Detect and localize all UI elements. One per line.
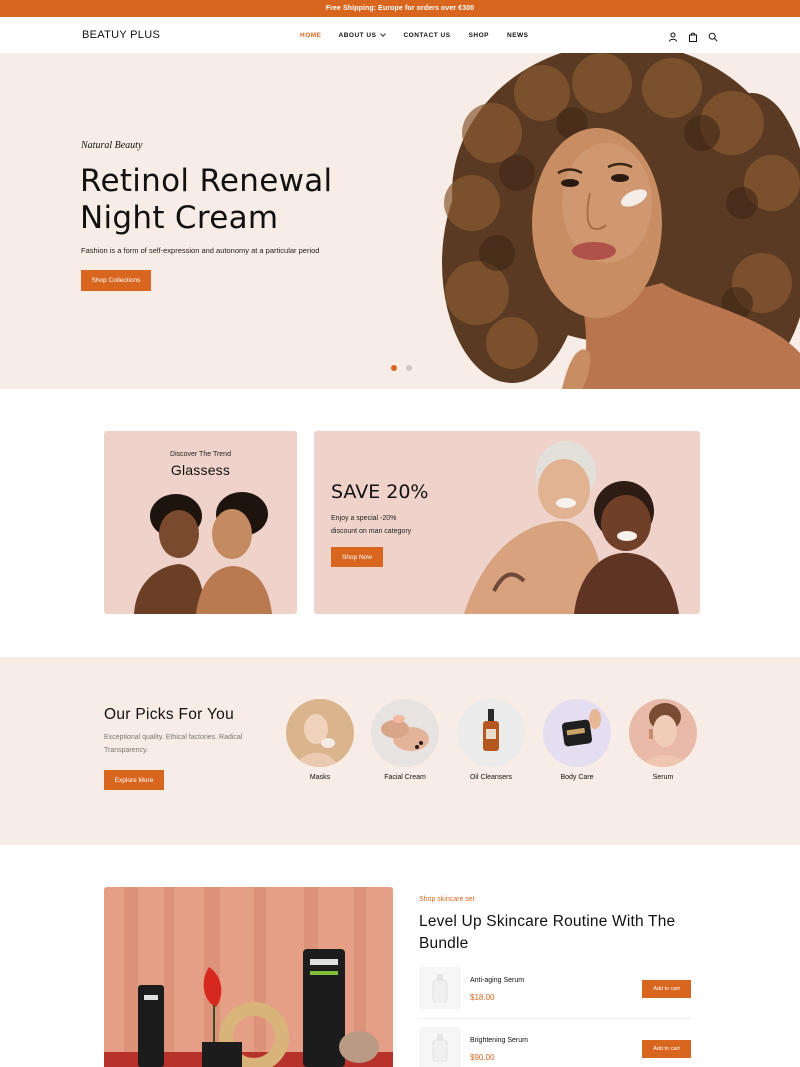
nav-about-us[interactable]: ABOUT US bbox=[338, 31, 387, 39]
search-icon[interactable] bbox=[708, 29, 718, 42]
promo-models-image bbox=[464, 441, 679, 614]
promo-text: Enjoy a special -20% discount on man cat… bbox=[331, 512, 441, 538]
user-icon[interactable] bbox=[668, 29, 678, 42]
promo-title: SAVE 20% bbox=[331, 481, 429, 503]
category-label: Facial Cream bbox=[384, 774, 426, 781]
product-thumbnail[interactable] bbox=[419, 967, 461, 1009]
nav-about-label: ABOUT US bbox=[338, 32, 377, 39]
category-serum[interactable]: Serum bbox=[628, 699, 698, 781]
nav-news[interactable]: NEWS bbox=[507, 32, 529, 39]
explore-more-button[interactable]: Explore More bbox=[104, 770, 164, 790]
bundle-product-row: Anti-aging Serum $18.00 Add to cart bbox=[419, 967, 691, 1019]
category-label: Serum bbox=[652, 774, 674, 781]
chevron-down-icon bbox=[380, 31, 387, 37]
category-image bbox=[457, 699, 525, 767]
nav-shop[interactable]: SHOP bbox=[469, 32, 489, 39]
product-price: $18.00 bbox=[470, 993, 495, 1002]
add-to-cart-button[interactable]: Add to cart bbox=[642, 980, 691, 998]
announcement-bar: Free Shipping: Europe for orders over €3… bbox=[0, 0, 800, 17]
category-oil-cleansers[interactable]: Oil Cleansers bbox=[456, 699, 526, 781]
bundle-title: Level Up Skincare Routine With The Bundl… bbox=[419, 911, 709, 955]
slide-dot-2[interactable] bbox=[406, 365, 412, 371]
picks-section: Our Picks For You Exceptional quality. E… bbox=[0, 657, 800, 845]
hero-pagination bbox=[391, 365, 412, 371]
product-thumbnail[interactable] bbox=[419, 1027, 461, 1067]
bundle-eyebrow: Shop skincare set bbox=[419, 896, 475, 903]
category-facial-cream[interactable]: Facial Cream bbox=[370, 699, 440, 781]
category-label: Body Care bbox=[560, 774, 594, 781]
picks-title: Our Picks For You bbox=[104, 706, 235, 723]
category-image bbox=[629, 699, 697, 767]
picks-text-line: Exceptional quality. Ethical factories. … bbox=[104, 734, 243, 741]
bundle-title-line: Bundle bbox=[419, 935, 469, 952]
announcement-text: Free Shipping: Europe for orders over €3… bbox=[325, 5, 475, 12]
shop-now-button[interactable]: Shop Now bbox=[331, 547, 383, 567]
category-masks[interactable]: Masks bbox=[285, 699, 355, 781]
shop-collections-button[interactable]: Shop Collections bbox=[81, 270, 151, 291]
promo-card-glasses[interactable]: Discover The Trend Glassess bbox=[104, 431, 297, 614]
category-body-care[interactable]: Body Care bbox=[542, 699, 612, 781]
promo-card-save[interactable]: SAVE 20% Enjoy a special -20% discount o… bbox=[314, 431, 700, 614]
picks-text-line: Transparency. bbox=[104, 747, 148, 754]
hero-model-image bbox=[432, 53, 800, 389]
category-image bbox=[286, 699, 354, 767]
product-name[interactable]: Anti-aging Serum bbox=[470, 977, 524, 984]
hero-title: Retinol Renewal Night Cream bbox=[80, 163, 400, 237]
category-label: Oil Cleansers bbox=[469, 774, 512, 781]
category-image bbox=[543, 699, 611, 767]
product-price: $90.00 bbox=[470, 1053, 495, 1062]
hero-subtitle: Fashion is a form of self-expression and… bbox=[81, 246, 320, 255]
bundle-image bbox=[104, 887, 393, 1067]
category-label: Masks bbox=[309, 774, 331, 781]
slide-dot-1[interactable] bbox=[391, 365, 397, 371]
hero-banner: Natural Beauty Retinol Renewal Night Cre… bbox=[0, 53, 800, 389]
add-to-cart-button[interactable]: Add to cart bbox=[642, 1040, 691, 1058]
site-header: BEATUY PLUS HOME ABOUT US CONTACT US SHO… bbox=[0, 17, 800, 53]
bundle-title-line: Level Up Skincare Routine With The bbox=[419, 913, 676, 930]
category-image bbox=[371, 699, 439, 767]
bundle-product-row: Brightening Serum $90.00 Add to cart bbox=[419, 1027, 691, 1067]
picks-description: Exceptional quality. Ethical factories. … bbox=[104, 731, 264, 757]
promo-title: Glassess bbox=[170, 462, 231, 478]
promo-eyebrow: Discover The Trend bbox=[170, 451, 231, 458]
promo-models-image bbox=[134, 492, 272, 614]
site-logo[interactable]: BEATUY PLUS bbox=[82, 29, 160, 41]
bag-icon[interactable] bbox=[688, 29, 698, 42]
product-name[interactable]: Brightening Serum bbox=[470, 1037, 528, 1044]
header-icons bbox=[668, 29, 718, 42]
nav-contact-us[interactable]: CONTACT US bbox=[403, 32, 450, 39]
hero-title-line: Night Cream bbox=[80, 200, 279, 236]
main-nav: HOME ABOUT US CONTACT US SHOP NEWS bbox=[300, 31, 529, 39]
hero-title-line: Retinol Renewal bbox=[80, 163, 333, 199]
promo-text-line: discount on man category bbox=[331, 528, 412, 535]
nav-home[interactable]: HOME bbox=[300, 32, 322, 39]
promo-text-line: Enjoy a special -20% bbox=[331, 515, 397, 522]
hero-eyebrow: Natural Beauty bbox=[81, 140, 143, 151]
